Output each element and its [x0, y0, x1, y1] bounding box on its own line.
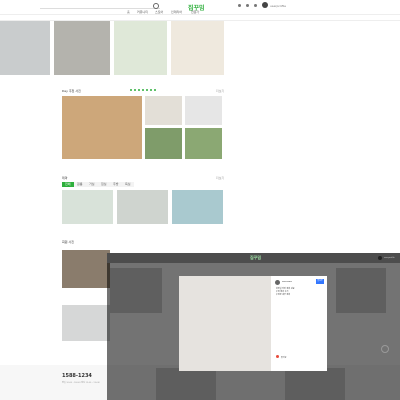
section-title-1: Day 추천 사진 — [62, 89, 81, 93]
modal-description: 화장실 선반 정리 완료 수납 정리 후기 수납장 내부 정리 — [276, 288, 320, 297]
cart-icon[interactable] — [254, 4, 257, 7]
footer-hours: 평일 10:00 - 18:00 (점심 12:00 - 13:00) — [62, 382, 100, 384]
overlay-user-name[interactable]: userprofile — [384, 257, 395, 259]
hero-image-4[interactable] — [171, 21, 224, 75]
overlay-card-2 — [336, 268, 386, 313]
tag-chip-bedroom[interactable]: 침실 — [98, 182, 110, 187]
avatar[interactable] — [262, 2, 268, 8]
bell-icon[interactable] — [246, 4, 249, 7]
modal-author-avatar[interactable] — [275, 280, 280, 285]
like-label[interactable]: 좋아요 — [281, 356, 287, 359]
next-arrow-icon[interactable] — [381, 345, 389, 353]
overlay-logo[interactable]: 집꾸밈 — [250, 255, 261, 261]
tag-chip-living[interactable]: 거실 — [86, 182, 98, 187]
hero-image-5[interactable] — [228, 21, 284, 75]
tag-chip-all[interactable]: 전체 — [62, 182, 74, 187]
tag-chip-bath[interactable]: 욕실 — [122, 182, 134, 187]
user-name[interactable]: userprofile — [270, 4, 286, 8]
section-title-2: 테마 — [62, 176, 68, 180]
section-more-1[interactable]: 더보기 — [216, 89, 224, 93]
theme-photo-2[interactable] — [117, 190, 168, 224]
featured-photo[interactable] — [62, 96, 142, 159]
photo-thumb-1[interactable] — [145, 96, 182, 125]
tag-chip-kitchen[interactable]: 주방 — [110, 182, 122, 187]
overlay-card-1 — [110, 268, 162, 313]
overlay-avatar[interactable] — [378, 256, 382, 260]
follow-button[interactable]: 팔로우 — [316, 279, 324, 284]
hero-image-2[interactable] — [54, 21, 110, 75]
bookmark-icon[interactable] — [238, 4, 241, 7]
tab-home[interactable]: 홈 — [127, 10, 130, 14]
photo-thumb-4[interactable] — [185, 128, 222, 159]
section-more-2[interactable]: 더보기 — [216, 176, 224, 180]
tag-chip-oneroom[interactable]: 원룸 — [74, 182, 86, 187]
tab-community[interactable]: 커뮤니티 — [137, 10, 148, 14]
tab-expert[interactable]: 전문가 — [191, 10, 199, 14]
hero-image-1[interactable] — [0, 21, 50, 75]
footer-phone: 1588-1234 — [62, 373, 92, 379]
search-icon[interactable] — [153, 3, 159, 9]
section-title-3: 회원 사진 — [62, 240, 74, 244]
theme-photo-1[interactable] — [62, 190, 113, 224]
member-photo-1[interactable] — [62, 250, 110, 288]
member-photo-2[interactable] — [62, 305, 110, 341]
heart-icon[interactable] — [276, 355, 279, 358]
carousel-dots[interactable] — [130, 76, 170, 91]
photo-thumb-3[interactable] — [145, 128, 182, 159]
modal-description-line-4: 수납장 내부 정리 — [276, 294, 291, 296]
overlay-card-4 — [285, 368, 345, 400]
overlay-card-3 — [156, 368, 216, 400]
theme-photo-3[interactable] — [172, 190, 223, 224]
photo-thumb-2[interactable] — [185, 96, 222, 125]
tab-interior[interactable]: 인테리어 — [171, 10, 182, 14]
tab-store[interactable]: 스토어 — [155, 10, 163, 14]
modal-photo[interactable] — [179, 276, 271, 371]
modal-author-name[interactable]: username — [282, 281, 292, 283]
search-input[interactable] — [40, 3, 160, 9]
hero-image-3[interactable] — [114, 21, 167, 75]
